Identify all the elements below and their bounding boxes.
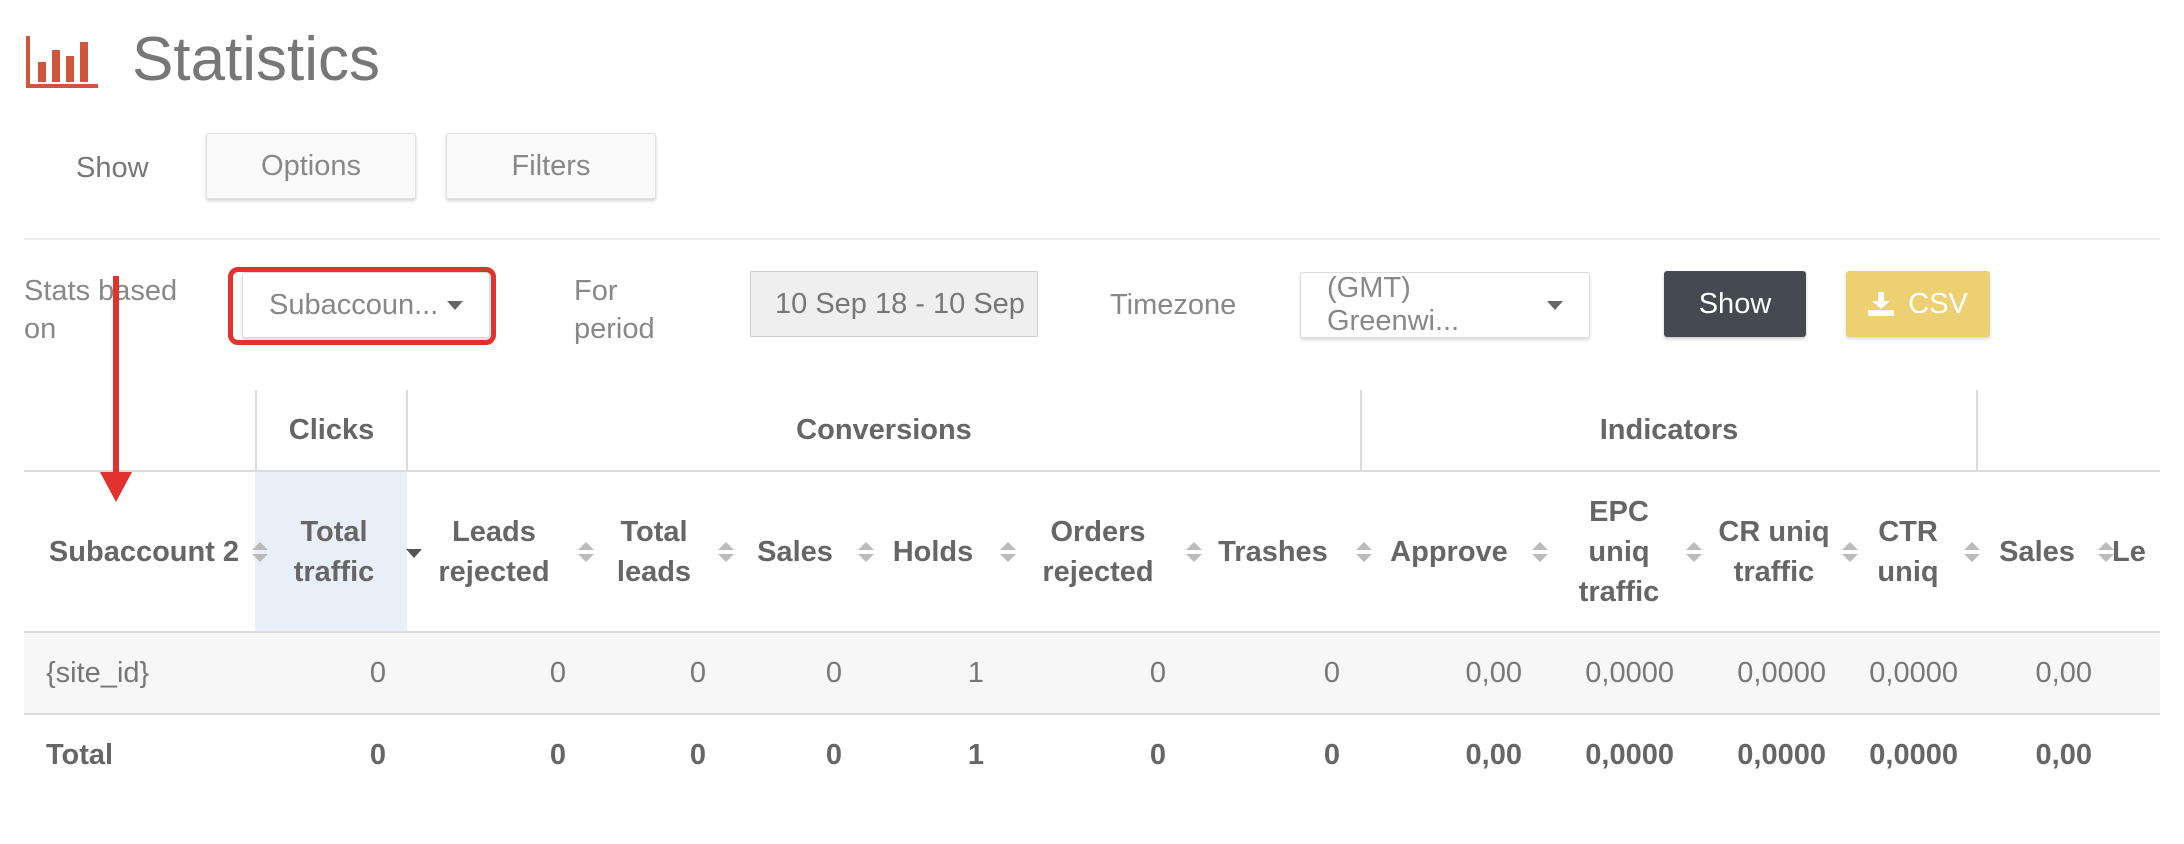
table-cell: 1 (967, 739, 984, 771)
column-header-label: Holds (892, 536, 974, 568)
table-cell: 0 (369, 657, 386, 689)
column-header-label: Approve (1390, 536, 1508, 568)
sort-icon[interactable] (1686, 541, 1702, 563)
sort-icon[interactable] (858, 541, 874, 563)
table-cell: 0,0000 (1585, 739, 1674, 771)
column-header[interactable]: CR uniq traffic (1714, 472, 1874, 632)
period-input[interactable]: 10 Sep 18 - 10 Sep (750, 271, 1038, 337)
group-indicators: Indicators (1599, 413, 1739, 446)
column-header[interactable]: Orders rejected (1018, 472, 1218, 632)
column-header-label: Sales (757, 536, 833, 568)
column-header-label: Total leads (616, 516, 692, 588)
sort-icon[interactable] (578, 541, 594, 563)
page-title: Statistics (132, 25, 381, 94)
highlight-annotation (228, 267, 496, 345)
sort-icon[interactable] (252, 541, 268, 563)
column-header[interactable]: Sales (740, 472, 890, 632)
show-button[interactable]: Show (1664, 271, 1806, 337)
sort-icon[interactable] (1000, 541, 1016, 563)
red-arrow-annotation (100, 276, 132, 502)
table-cell: 0,00 (2035, 657, 2092, 689)
column-header-label: Leads rejected (438, 516, 550, 588)
group-divider (1976, 390, 1978, 470)
column-header-label: Subaccount 2 (48, 536, 240, 568)
table-cell: 0,0000 (1737, 657, 1826, 689)
table-cell: 1 (967, 657, 984, 689)
table-cell: 0 (549, 739, 566, 771)
table-cell: 0 (825, 657, 842, 689)
row-label: {site_id} (46, 657, 150, 689)
column-header[interactable]: Holds (874, 472, 1032, 632)
column-header[interactable]: Le (2112, 472, 2184, 632)
table-cell: 0,0000 (1869, 657, 1958, 689)
column-header[interactable]: Leads rejected (418, 472, 610, 632)
bar-chart-icon (26, 36, 98, 88)
csv-button[interactable]: CSV (1846, 271, 1990, 337)
table-cell: 0,0000 (1737, 739, 1826, 771)
column-header-label: CR uniq traffic (1718, 516, 1830, 588)
table-cell: 0,00 (1465, 739, 1522, 771)
table-cell: 0 (1323, 657, 1340, 689)
column-header-label: Le (2112, 536, 2146, 568)
csv-label: CSV (1908, 287, 1968, 320)
row-label: Total (46, 739, 114, 771)
options-button[interactable]: Options (206, 133, 416, 199)
sort-icon[interactable] (718, 541, 734, 563)
table-cell: 0,0000 (1869, 739, 1958, 771)
table-cell: 0 (1149, 657, 1166, 689)
sort-icon[interactable] (1964, 541, 1980, 563)
timezone-value: (GMT) Greenwi... (1327, 272, 1460, 337)
table-cell: 0 (689, 657, 706, 689)
group-conversions: Conversions (796, 413, 972, 446)
table-cell: 0 (1323, 739, 1340, 771)
timezone-dropdown[interactable]: (GMT) Greenwi... (1300, 272, 1590, 338)
table-cell: 0 (689, 739, 706, 771)
caret-down-icon (1547, 300, 1563, 310)
column-header-label: Trashes (1218, 536, 1328, 568)
table-cell: 0 (1149, 739, 1166, 771)
column-header-label: Orders rejected (1042, 516, 1154, 588)
sort-icon[interactable] (1356, 541, 1372, 563)
column-header[interactable]: Approve (1374, 472, 1564, 632)
timezone-label: Timezone (1110, 289, 1237, 321)
sort-icon[interactable] (1842, 541, 1858, 563)
table-cell: 0,00 (2035, 739, 2092, 771)
for-period-label: For period (574, 275, 655, 345)
filters-button[interactable]: Filters (446, 133, 656, 199)
column-header-label: Total traffic (293, 516, 375, 588)
column-header[interactable]: Trashes (1198, 472, 1388, 632)
column-header[interactable]: Total leads (598, 472, 750, 632)
group-clicks: Clicks (288, 413, 375, 446)
column-header[interactable]: EPC uniq traffic (1560, 472, 1718, 632)
table-cell: 0 (369, 739, 386, 771)
column-header[interactable]: Total traffic (270, 472, 438, 632)
table-cell: 0,0000 (1585, 657, 1674, 689)
column-header[interactable]: Subaccount 2 (44, 472, 284, 632)
table-cell: 0 (549, 657, 566, 689)
table-cell: 0,00 (1465, 657, 1522, 689)
column-header-label: CTR uniq (1877, 516, 1939, 588)
column-header-label: EPC uniq traffic (1578, 496, 1660, 608)
show-label: Show (76, 152, 149, 184)
table-row (24, 633, 2160, 713)
column-header[interactable]: Sales (1984, 472, 2130, 632)
divider (24, 713, 2160, 715)
divider (24, 238, 2160, 240)
download-icon (1868, 292, 1895, 316)
column-header[interactable]: CTR uniq (1860, 472, 1996, 632)
table-cell: 0 (825, 739, 842, 771)
column-header-label: Sales (1999, 536, 2075, 568)
sort-icon[interactable] (1532, 541, 1548, 563)
